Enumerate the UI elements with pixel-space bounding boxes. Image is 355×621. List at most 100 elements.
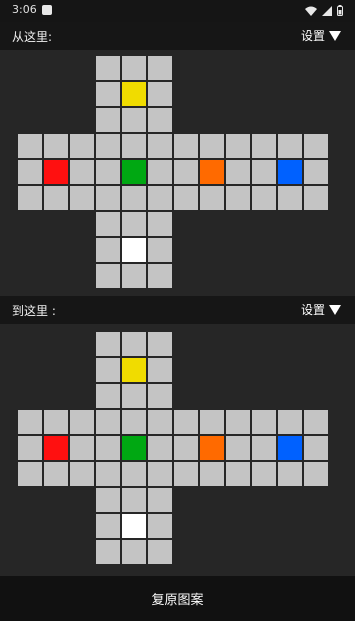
to-left-cell-0-2[interactable]: [70, 410, 94, 434]
from-down-cell-1-2[interactable]: [148, 238, 172, 262]
from-back-cell-0-0[interactable]: [252, 134, 276, 158]
to-down-cell-1-2[interactable]: [148, 514, 172, 538]
to-down-cell-0-0[interactable]: [96, 488, 120, 512]
from-right-cell-1-0[interactable]: [174, 160, 198, 184]
to-right-cell-0-0[interactable]: [174, 410, 198, 434]
to-front-cell-2-1[interactable]: [122, 462, 146, 486]
to-back-cell-0-0[interactable]: [252, 410, 276, 434]
to-left-cell-2-2[interactable]: [70, 462, 94, 486]
from-settings-button[interactable]: 设置: [301, 27, 341, 44]
from-left-cell-1-2[interactable]: [70, 160, 94, 184]
from-up-cell-2-2[interactable]: [148, 108, 172, 132]
to-right-cell-1-0[interactable]: [174, 436, 198, 460]
to-up-cell-2-0[interactable]: [96, 384, 120, 408]
from-down-cell-2-2[interactable]: [148, 264, 172, 288]
to-down-cell-1-0[interactable]: [96, 514, 120, 538]
from-down-cell-0-2[interactable]: [148, 212, 172, 236]
from-up-cell-0-1[interactable]: [122, 56, 146, 80]
from-back-cell-1-2[interactable]: [304, 160, 328, 184]
from-left-cell-0-1[interactable]: [44, 134, 68, 158]
from-down-cell-0-0[interactable]: [96, 212, 120, 236]
to-down-cell-2-1[interactable]: [122, 540, 146, 564]
to-front-cell-1-0[interactable]: [96, 436, 120, 460]
restore-pattern-button[interactable]: 复原图案: [0, 576, 355, 621]
from-down-cell-2-1[interactable]: [122, 264, 146, 288]
to-back-cell-2-0[interactable]: [252, 462, 276, 486]
to-back-cell-1-1[interactable]: [278, 436, 302, 460]
from-back-cell-0-2[interactable]: [304, 134, 328, 158]
to-left-cell-0-0[interactable]: [18, 410, 42, 434]
from-left-cell-1-0[interactable]: [18, 160, 42, 184]
to-up-cell-0-2[interactable]: [148, 332, 172, 356]
to-back-cell-2-1[interactable]: [278, 462, 302, 486]
from-left-cell-0-0[interactable]: [18, 134, 42, 158]
to-right-cell-0-1[interactable]: [200, 410, 224, 434]
to-front-cell-1-1[interactable]: [122, 436, 146, 460]
to-right-cell-2-0[interactable]: [174, 462, 198, 486]
from-up-cell-1-0[interactable]: [96, 82, 120, 106]
to-left-cell-1-0[interactable]: [18, 436, 42, 460]
to-down-cell-1-1[interactable]: [122, 514, 146, 538]
from-front-cell-0-0[interactable]: [96, 134, 120, 158]
to-right-cell-2-2[interactable]: [226, 462, 250, 486]
to-up-cell-1-0[interactable]: [96, 358, 120, 382]
to-front-cell-2-0[interactable]: [96, 462, 120, 486]
from-right-cell-0-1[interactable]: [200, 134, 224, 158]
to-down-cell-2-2[interactable]: [148, 540, 172, 564]
from-up-cell-2-1[interactable]: [122, 108, 146, 132]
from-front-cell-0-2[interactable]: [148, 134, 172, 158]
to-up-cell-1-2[interactable]: [148, 358, 172, 382]
to-down-cell-0-1[interactable]: [122, 488, 146, 512]
from-down-cell-1-0[interactable]: [96, 238, 120, 262]
from-left-cell-2-1[interactable]: [44, 186, 68, 210]
from-up-cell-2-0[interactable]: [96, 108, 120, 132]
from-back-cell-1-1[interactable]: [278, 160, 302, 184]
from-right-cell-1-2[interactable]: [226, 160, 250, 184]
to-left-cell-0-1[interactable]: [44, 410, 68, 434]
from-up-cell-1-2[interactable]: [148, 82, 172, 106]
to-front-cell-0-2[interactable]: [148, 410, 172, 434]
from-left-cell-0-2[interactable]: [70, 134, 94, 158]
to-back-cell-2-2[interactable]: [304, 462, 328, 486]
to-left-cell-1-2[interactable]: [70, 436, 94, 460]
from-front-cell-2-1[interactable]: [122, 186, 146, 210]
from-back-cell-0-1[interactable]: [278, 134, 302, 158]
to-down-cell-0-2[interactable]: [148, 488, 172, 512]
to-settings-button[interactable]: 设置: [301, 301, 341, 318]
from-right-cell-2-1[interactable]: [200, 186, 224, 210]
to-back-cell-1-2[interactable]: [304, 436, 328, 460]
from-back-cell-1-0[interactable]: [252, 160, 276, 184]
to-front-cell-2-2[interactable]: [148, 462, 172, 486]
to-up-cell-0-0[interactable]: [96, 332, 120, 356]
to-up-cell-0-1[interactable]: [122, 332, 146, 356]
to-right-cell-0-2[interactable]: [226, 410, 250, 434]
to-front-cell-1-2[interactable]: [148, 436, 172, 460]
from-up-cell-1-1[interactable]: [122, 82, 146, 106]
to-right-cell-1-1[interactable]: [200, 436, 224, 460]
from-down-cell-2-0[interactable]: [96, 264, 120, 288]
from-right-cell-2-0[interactable]: [174, 186, 198, 210]
to-back-cell-0-1[interactable]: [278, 410, 302, 434]
from-back-cell-2-0[interactable]: [252, 186, 276, 210]
from-back-cell-2-2[interactable]: [304, 186, 328, 210]
from-front-cell-1-1[interactable]: [122, 160, 146, 184]
from-front-cell-2-2[interactable]: [148, 186, 172, 210]
from-left-cell-2-0[interactable]: [18, 186, 42, 210]
to-up-cell-2-2[interactable]: [148, 384, 172, 408]
from-right-cell-1-1[interactable]: [200, 160, 224, 184]
to-up-cell-2-1[interactable]: [122, 384, 146, 408]
from-down-cell-1-1[interactable]: [122, 238, 146, 262]
from-right-cell-0-2[interactable]: [226, 134, 250, 158]
to-left-cell-1-1[interactable]: [44, 436, 68, 460]
from-front-cell-0-1[interactable]: [122, 134, 146, 158]
from-left-cell-2-2[interactable]: [70, 186, 94, 210]
from-front-cell-1-0[interactable]: [96, 160, 120, 184]
from-back-cell-2-1[interactable]: [278, 186, 302, 210]
from-right-cell-0-0[interactable]: [174, 134, 198, 158]
to-back-cell-0-2[interactable]: [304, 410, 328, 434]
to-down-cell-2-0[interactable]: [96, 540, 120, 564]
from-front-cell-2-0[interactable]: [96, 186, 120, 210]
to-back-cell-1-0[interactable]: [252, 436, 276, 460]
to-left-cell-2-0[interactable]: [18, 462, 42, 486]
from-left-cell-1-1[interactable]: [44, 160, 68, 184]
